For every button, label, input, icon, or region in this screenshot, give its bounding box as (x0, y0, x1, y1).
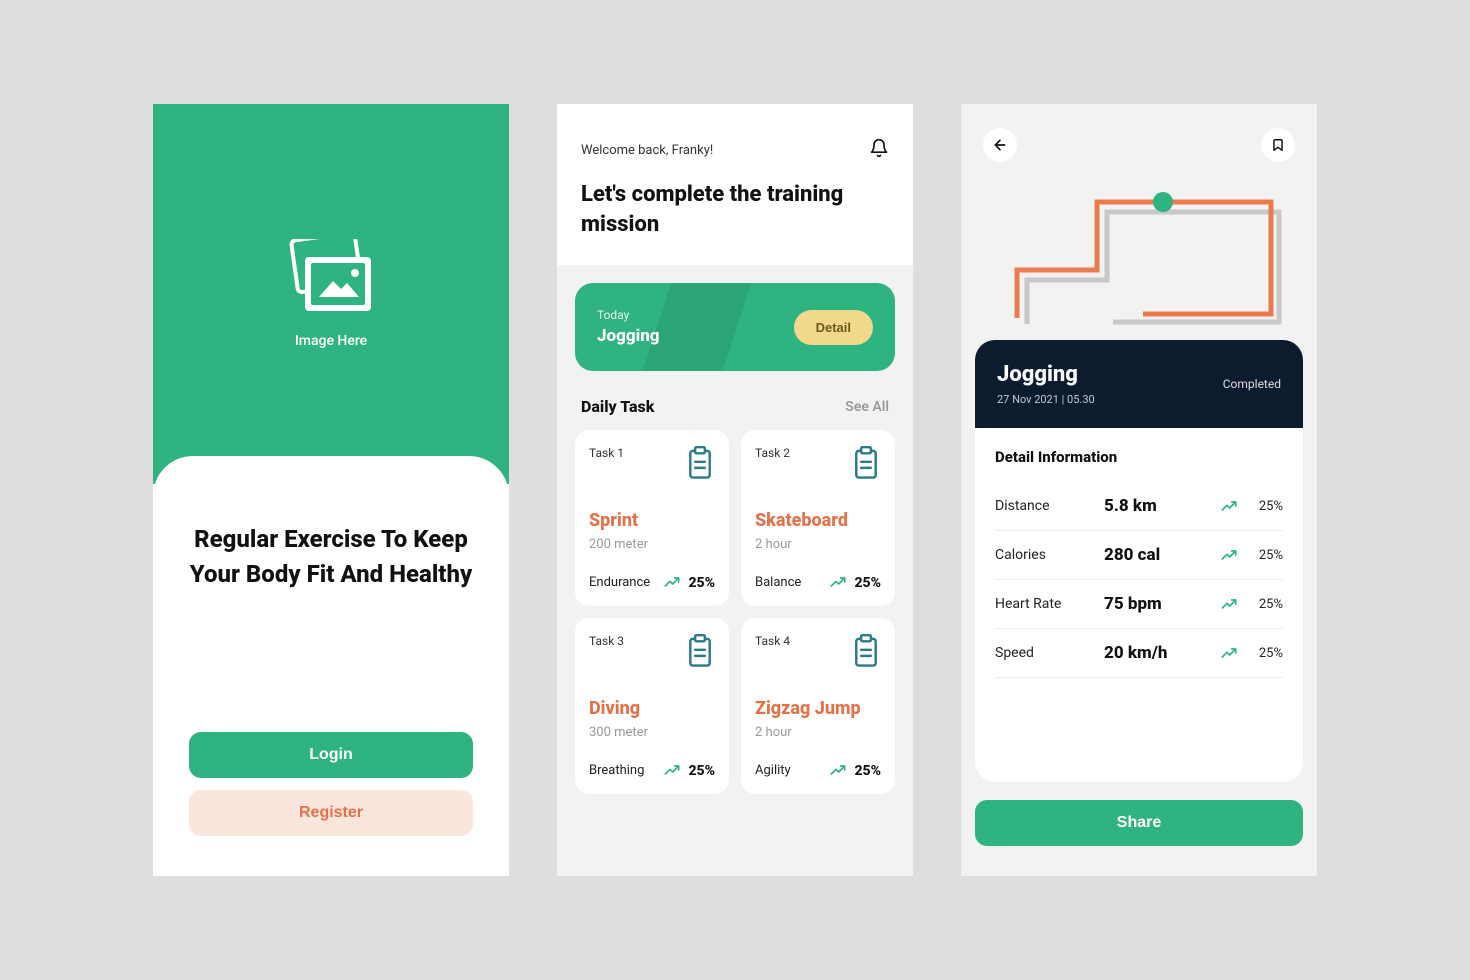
today-card[interactable]: Today Jogging Detail (575, 283, 895, 371)
welcome-text: Welcome back, Franky! (581, 143, 713, 158)
task-metric-label: Balance (755, 575, 822, 590)
trend-up-icon (1221, 644, 1237, 663)
stat-value: 75 bpm (1104, 594, 1215, 614)
bell-icon[interactable] (869, 138, 889, 162)
task-number: Task 2 (755, 446, 790, 460)
stat-label: Distance (995, 498, 1098, 514)
share-button[interactable]: Share (975, 800, 1303, 846)
detail-status: Completed (1223, 377, 1281, 391)
task-percent: 25% (854, 763, 881, 779)
clipboard-icon (851, 446, 881, 484)
image-placeholder-icon (285, 239, 377, 321)
task-card[interactable]: Task 3 Diving 300 meter Breathing 25% (575, 618, 729, 794)
hero-area: Image Here (153, 104, 509, 484)
stat-label: Calories (995, 547, 1098, 563)
detail-card: Jogging 27 Nov 2021 | 05.30 Completed De… (975, 340, 1303, 782)
task-subtitle: 2 hour (755, 537, 881, 552)
task-name: Zigzag Jump (755, 698, 881, 719)
image-placeholder-label: Image Here (295, 333, 367, 349)
task-percent: 25% (854, 575, 881, 591)
trend-up-icon (1221, 497, 1237, 516)
home-title: Let's complete the training mission (581, 180, 889, 239)
stat-percent: 25% (1243, 646, 1283, 661)
task-subtitle: 200 meter (589, 537, 715, 552)
task-metric-label: Breathing (589, 763, 656, 778)
onboarding-headline: Regular Exercise To Keep Your Body Fit A… (189, 522, 473, 592)
detail-header: Jogging 27 Nov 2021 | 05.30 Completed (975, 340, 1303, 428)
stat-row: Speed 20 km/h 25% (995, 629, 1283, 678)
arrow-left-icon (992, 137, 1008, 153)
task-percent: 25% (688, 575, 715, 591)
stat-percent: 25% (1243, 548, 1283, 563)
bookmark-icon (1271, 138, 1285, 152)
today-activity: Jogging (597, 326, 660, 346)
see-all-link[interactable]: See All (845, 399, 889, 415)
stat-row: Distance 5.8 km 25% (995, 482, 1283, 531)
task-metric-label: Endurance (589, 575, 656, 590)
detail-info-title: Detail Information (995, 448, 1283, 466)
stat-label: Speed (995, 645, 1098, 661)
task-subtitle: 2 hour (755, 725, 881, 740)
stat-percent: 25% (1243, 499, 1283, 514)
stat-value: 5.8 km (1104, 496, 1215, 516)
stats-list: Distance 5.8 km 25% Calories 280 cal 25%… (995, 482, 1283, 678)
today-label: Today (597, 308, 660, 322)
detail-date: 27 Nov 2021 | 05.30 (997, 393, 1095, 406)
home-screen: Welcome back, Franky! Let's complete the… (557, 104, 913, 876)
task-grid: Task 1 Sprint 200 meter Endurance 25% Ta… (575, 430, 895, 794)
onboarding-content: Regular Exercise To Keep Your Body Fit A… (153, 456, 509, 876)
daily-task-title: Daily Task (581, 397, 654, 416)
login-button[interactable]: Login (189, 732, 473, 778)
task-card[interactable]: Task 4 Zigzag Jump 2 hour Agility 25% (741, 618, 895, 794)
detail-activity-name: Jogging (997, 362, 1095, 387)
task-percent: 25% (688, 763, 715, 779)
trend-up-icon (1221, 595, 1237, 614)
task-name: Diving (589, 698, 715, 719)
task-card[interactable]: Task 2 Skateboard 2 hour Balance 25% (741, 430, 895, 606)
stat-row: Calories 280 cal 25% (995, 531, 1283, 580)
stat-value: 280 cal (1104, 545, 1215, 565)
task-name: Sprint (589, 510, 715, 531)
task-card[interactable]: Task 1 Sprint 200 meter Endurance 25% (575, 430, 729, 606)
clipboard-icon (685, 446, 715, 484)
register-button[interactable]: Register (189, 790, 473, 836)
today-detail-button[interactable]: Detail (794, 310, 873, 345)
clipboard-icon (685, 634, 715, 672)
clipboard-icon (851, 634, 881, 672)
stat-value: 20 km/h (1104, 643, 1215, 663)
detail-screen: Jogging 27 Nov 2021 | 05.30 Completed De… (961, 104, 1317, 876)
task-subtitle: 300 meter (589, 725, 715, 740)
bookmark-button[interactable] (1261, 128, 1295, 162)
onboarding-screen: Image Here Regular Exercise To Keep Your… (153, 104, 509, 876)
trend-up-icon (664, 573, 680, 592)
stat-label: Heart Rate (995, 596, 1098, 612)
back-button[interactable] (983, 128, 1017, 162)
trend-up-icon (830, 761, 846, 780)
stat-percent: 25% (1243, 597, 1283, 612)
trend-up-icon (1221, 546, 1237, 565)
trend-up-icon (664, 761, 680, 780)
task-number: Task 1 (589, 446, 624, 460)
task-name: Skateboard (755, 510, 881, 531)
home-header: Welcome back, Franky! Let's complete the… (557, 104, 913, 265)
task-number: Task 4 (755, 634, 790, 648)
task-number: Task 3 (589, 634, 624, 648)
route-map (983, 170, 1295, 340)
stat-row: Heart Rate 75 bpm 25% (995, 580, 1283, 629)
trend-up-icon (830, 573, 846, 592)
task-metric-label: Agility (755, 763, 822, 778)
